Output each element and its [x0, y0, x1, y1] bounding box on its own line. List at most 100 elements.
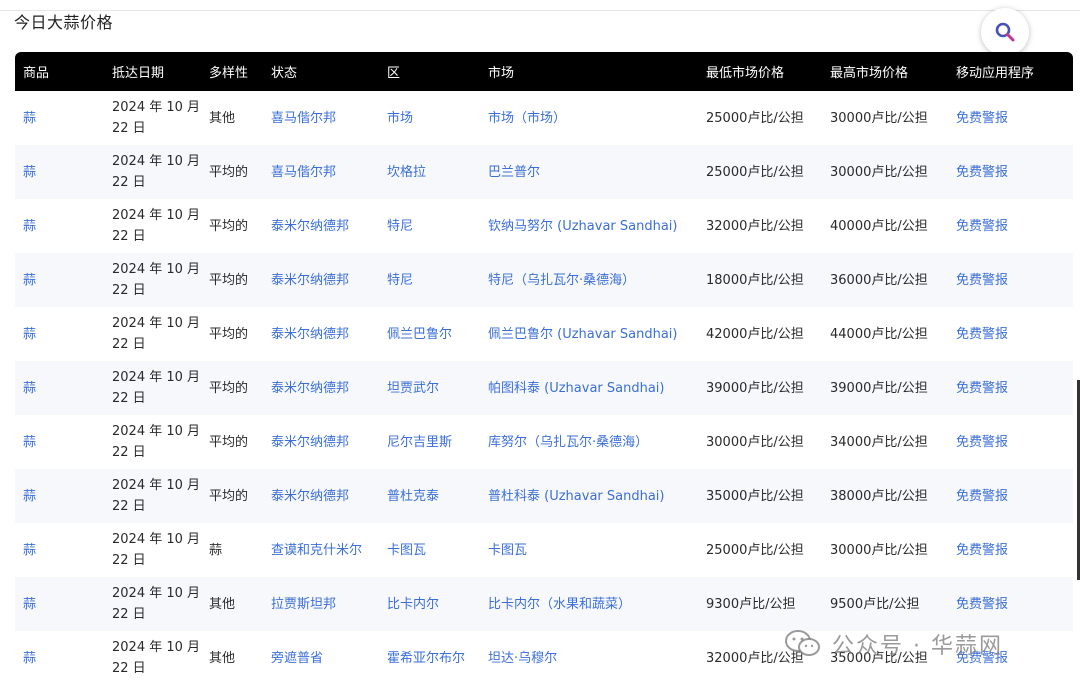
table-cell: 特尼 [379, 253, 480, 307]
district-link[interactable]: 比卡内尔 [387, 597, 439, 612]
state-link[interactable]: 喜马偕尔邦 [271, 165, 336, 180]
market-link[interactable]: 钦纳马努尔 (Uzhavar Sandhai) [488, 219, 677, 234]
district-link[interactable]: 佩兰巴鲁尔 [387, 327, 452, 342]
price-table: 商品 抵达日期 多样性 状态区市场 最低市场价格 最高市场价格 移动应用程序 蒜 2024 年… [15, 52, 1073, 685]
commodity-link[interactable]: 蒜 [23, 381, 36, 396]
market-link[interactable]: 坦达·乌穆尔 [488, 651, 557, 666]
district-link[interactable]: 坦贾武尔 [387, 381, 439, 396]
table-cell: 42000卢比/公担 [698, 307, 822, 361]
column-header: 最高市场价格 [830, 66, 909, 81]
state-link[interactable]: 查谟和克什米尔 [271, 543, 362, 558]
table-cell: 泰米尔纳德邦 [263, 253, 379, 307]
commodity-link[interactable]: 蒜 [23, 543, 36, 558]
table-cell: 其他 [201, 91, 263, 145]
market-link[interactable]: 市场（市场） [488, 111, 566, 126]
table-cell: 免费警报 [948, 469, 1073, 523]
state-link[interactable]: 泰米尔纳德邦 [271, 435, 349, 450]
variety: 其他 [209, 650, 236, 666]
max-price: 30000卢比/公担 [830, 110, 928, 126]
max-price: 35000卢比/公担 [830, 650, 928, 666]
min-price: 25000卢比/公担 [706, 164, 804, 180]
commodity-link[interactable]: 蒜 [23, 489, 36, 504]
table-cell: 38000卢比/公担 [822, 469, 948, 523]
free-alert-link[interactable]: 免费警报 [956, 219, 1008, 234]
district-link[interactable]: 特尼 [387, 219, 413, 234]
table-cell: 39000卢比/公担 [822, 361, 948, 415]
commodity-link[interactable]: 蒜 [23, 219, 36, 234]
market-link[interactable]: 卡图瓦 [488, 543, 527, 558]
commodity-link[interactable]: 蒜 [23, 597, 36, 612]
state-link[interactable]: 泰米尔纳德邦 [271, 381, 349, 396]
commodity-link[interactable]: 蒜 [23, 111, 36, 126]
table-cell: 市场 [379, 91, 480, 145]
district-link[interactable]: 特尼 [387, 273, 413, 288]
market-link[interactable]: 特尼（乌扎瓦尔·桑德海） [488, 273, 635, 288]
free-alert-link[interactable]: 免费警报 [956, 651, 1008, 666]
variety: 蒜 [209, 542, 223, 558]
max-price: 36000卢比/公担 [830, 272, 928, 288]
district-link[interactable]: 霍希亚尔布尔 [387, 651, 465, 666]
table-cell: 9500卢比/公担 [822, 577, 948, 631]
market-link[interactable]: 普杜科泰 (Uzhavar Sandhai) [488, 489, 664, 504]
free-alert-link[interactable]: 免费警报 [956, 273, 1008, 288]
table-row: 蒜 2024 年 10 月 22 日平均的 泰米尔纳德邦 尼尔吉里斯 库努尔（乌扎瓦尔·… [15, 415, 1073, 469]
commodity-link[interactable]: 蒜 [23, 165, 36, 180]
table-cell: 蒜 [15, 307, 104, 361]
state-link[interactable]: 泰米尔纳德邦 [271, 327, 349, 342]
free-alert-link[interactable]: 免费警报 [956, 165, 1008, 180]
district-link[interactable]: 普杜克泰 [387, 489, 439, 504]
district-link[interactable]: 卡图瓦 [387, 543, 426, 558]
arrival-date: 2024 年 10 月 22 日 [112, 100, 201, 136]
state-link[interactable]: 旁遮普省 [271, 651, 323, 666]
table-row: 蒜 2024 年 10 月 22 日平均的 泰米尔纳德邦 坦贾武尔 帕图科泰 (Uzha… [15, 361, 1073, 415]
free-alert-link[interactable]: 免费警报 [956, 489, 1008, 504]
free-alert-link[interactable]: 免费警报 [956, 327, 1008, 342]
state-link[interactable]: 泰米尔纳德邦 [271, 489, 349, 504]
market-link[interactable]: 库努尔（乌扎瓦尔·桑德海） [488, 435, 648, 450]
variety: 平均的 [209, 488, 249, 504]
market-link[interactable]: 佩兰巴鲁尔 (Uzhavar Sandhai) [488, 327, 677, 342]
commodity-link[interactable]: 蒜 [23, 651, 36, 666]
free-alert-link[interactable]: 免费警报 [956, 597, 1008, 612]
table-cell: 蒜 [15, 631, 104, 685]
district-link[interactable]: 市场 [387, 111, 413, 126]
table-cell: 蒜 [15, 145, 104, 199]
table-cell: 泰米尔纳德邦 [263, 199, 379, 253]
table-cell: 2024 年 10 月 22 日 [104, 91, 201, 145]
commodity-link[interactable]: 蒜 [23, 273, 36, 288]
district-link[interactable]: 坎格拉 [387, 165, 426, 180]
free-alert-link[interactable]: 免费警报 [956, 381, 1008, 396]
table-cell: 特尼（乌扎瓦尔·桑德海） [480, 253, 698, 307]
table-cell: 喜马偕尔邦 [263, 145, 379, 199]
state-link[interactable]: 拉贾斯坦邦 [271, 597, 336, 612]
table-cell: 免费警报 [948, 145, 1073, 199]
table-cell: 25000卢比/公担 [698, 145, 822, 199]
variety: 平均的 [209, 434, 249, 450]
free-alert-link[interactable]: 免费警报 [956, 111, 1008, 126]
column-header: 多样性 [209, 66, 249, 81]
state-link[interactable]: 泰米尔纳德邦 [271, 273, 349, 288]
table-cell: 坎格拉 [379, 145, 480, 199]
table-cell: 免费警报 [948, 199, 1073, 253]
table-cell: 蒜 [201, 523, 263, 577]
market-link[interactable]: 巴兰普尔 [488, 165, 540, 180]
district-link[interactable]: 尼尔吉里斯 [387, 435, 452, 450]
table-cell: 免费警报 [948, 415, 1073, 469]
table-cell: 2024 年 10 月 22 日 [104, 577, 201, 631]
table-cell: 卡图瓦 [480, 523, 698, 577]
table-cell: 蒜 [15, 469, 104, 523]
table-cell: 帕图科泰 (Uzhavar Sandhai) [480, 361, 698, 415]
state-link[interactable]: 喜马偕尔邦 [271, 111, 336, 126]
market-link[interactable]: 帕图科泰 (Uzhavar Sandhai) [488, 381, 664, 396]
table-row: 蒜 2024 年 10 月 22 日平均的 泰米尔纳德邦 佩兰巴鲁尔 佩兰巴鲁尔 (Uz… [15, 307, 1073, 361]
free-alert-link[interactable]: 免费警报 [956, 435, 1008, 450]
table-cell: 特尼 [379, 199, 480, 253]
search-button[interactable] [981, 8, 1029, 56]
commodity-link[interactable]: 蒜 [23, 327, 36, 342]
table-cell: 比卡内尔（水果和蔬菜） [480, 577, 698, 631]
state-link[interactable]: 泰米尔纳德邦 [271, 219, 349, 234]
commodity-link[interactable]: 蒜 [23, 435, 36, 450]
free-alert-link[interactable]: 免费警报 [956, 543, 1008, 558]
market-link[interactable]: 比卡内尔（水果和蔬菜） [488, 597, 631, 612]
table-cell: 比卡内尔 [379, 577, 480, 631]
